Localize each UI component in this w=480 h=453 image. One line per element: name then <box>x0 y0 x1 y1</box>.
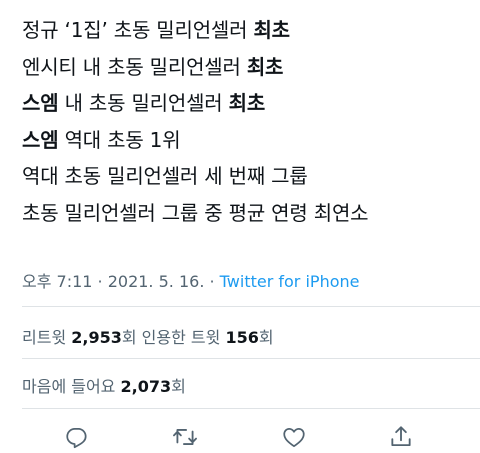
heart-icon <box>283 428 305 448</box>
share-button[interactable] <box>388 424 414 450</box>
tweet-action-bar <box>0 420 480 453</box>
share-icon <box>391 426 411 447</box>
retweet-unit: 회 인용한 트윗 <box>121 328 226 347</box>
tweet-line-4: 스엠 역대 초동 1위 <box>22 122 472 159</box>
text-segment: 정규 ‘1집’ 초동 밀리언셀러 <box>22 18 254 42</box>
like-button[interactable] <box>281 424 307 450</box>
like-unit: 회 <box>171 377 186 396</box>
quote-unit: 회 <box>258 328 274 347</box>
tweet-line-6: 초동 밀리언셀러 그룹 중 평균 연령 최연소 <box>22 195 472 232</box>
divider <box>22 358 480 359</box>
text-segment: 역대 초동 1위 <box>58 127 181 152</box>
divider <box>22 408 480 409</box>
retweet-button[interactable] <box>172 424 198 450</box>
bold-text: 최초 <box>246 54 284 79</box>
tweet-datetime[interactable]: 오후 7:11 · 2021. 5. 16. · <box>22 272 220 291</box>
retweet-label: 리트윗 <box>22 328 72 347</box>
like-label: 마음에 들어요 <box>22 377 121 396</box>
bold-text: 최초 <box>228 91 266 115</box>
tweet-source-link[interactable]: Twitter for iPhone <box>220 272 360 291</box>
retweet-stats[interactable]: 리트윗 2,953회 인용한 트윗 156회 <box>22 324 274 348</box>
retweet-icon <box>173 429 197 445</box>
text-segment: 엔시티 내 초동 밀리언셀러 <box>22 54 247 79</box>
text-segment: 내 초동 밀리언셀러 <box>58 91 229 115</box>
tweet-text: 정규 ‘1집’ 초동 밀리언셀러 최초 엔시티 내 초동 밀리언셀러 최초 스엠… <box>22 12 472 231</box>
divider <box>22 306 480 307</box>
tweet-line-1: 정규 ‘1집’ 초동 밀리언셀러 최초 <box>22 12 472 49</box>
reply-icon <box>66 428 87 449</box>
tweet-line-5: 역대 초동 밀리언셀러 세 번째 그룹 <box>22 158 472 195</box>
like-stats[interactable]: 마음에 들어요 2,073회 <box>22 373 186 397</box>
bold-text: 스엠 <box>22 91 59 115</box>
bold-text: 최초 <box>253 18 290 42</box>
like-count: 2,073 <box>120 377 172 396</box>
tweet-line-3: 스엠 내 초동 밀리언셀러 최초 <box>22 85 472 122</box>
reply-button[interactable] <box>64 424 90 450</box>
text-segment: 초동 밀리언셀러 그룹 중 평균 연령 최연소 <box>22 200 369 225</box>
bold-text: 스엠 <box>22 127 59 152</box>
tweet-line-2: 엔시티 내 초동 밀리언셀러 최초 <box>22 49 472 86</box>
text-segment: 역대 초동 밀리언셀러 세 번째 그룹 <box>22 164 308 188</box>
tweet-meta: 오후 7:11 · 2021. 5. 16. · Twitter for iPh… <box>22 268 359 292</box>
quote-count: 156 <box>225 328 259 347</box>
retweet-count: 2,953 <box>71 328 122 347</box>
